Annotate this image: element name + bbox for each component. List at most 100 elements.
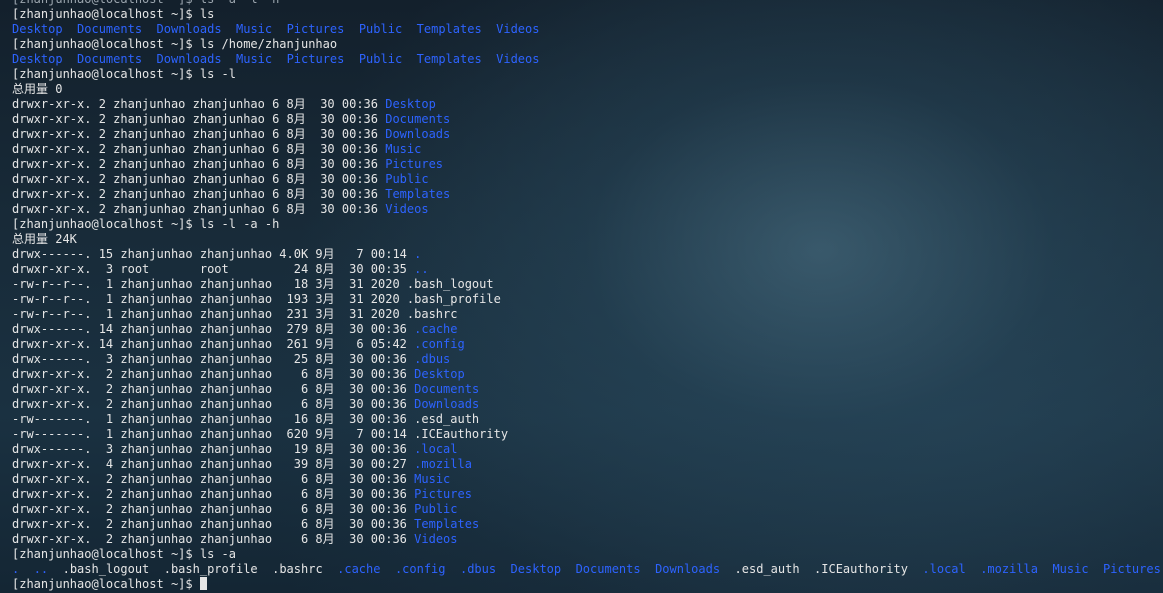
directory-entry: . — [414, 247, 422, 261]
terminal-line: -rw-r--r--. 1 zhanjunhao zhanjunhao 231 … — [12, 307, 1163, 322]
directory-entry: .cache — [414, 322, 458, 336]
directory-entry: Public — [358, 52, 403, 66]
terminal-line: drwxr-xr-x. 2 zhanjunhao zhanjunhao 6 8月… — [12, 487, 1163, 502]
directory-entry: .config — [414, 337, 465, 351]
directory-entry: Downloads — [385, 127, 451, 141]
terminal-text: drwx------. 3 zhanjunhao zhanjunhao 19 8… — [12, 442, 415, 456]
terminal-text: drwxr-xr-x. 3 root root 24 8月 30 00:35 — [12, 262, 415, 276]
terminal-text: [zhanjunhao@localhost ~]$ — [12, 577, 200, 591]
terminal-line: [zhanjunhao@localhost ~]$ ls -l -a -h — [12, 217, 1163, 232]
terminal-text: drwxr-xr-x. 2 zhanjunhao zhanjunhao 6 8月… — [12, 142, 386, 156]
terminal-line: Desktop Documents Downloads Music Pictur… — [12, 22, 1163, 37]
directory-entry: Public — [385, 172, 429, 186]
terminal-line: drwxr-xr-x. 2 zhanjunhao zhanjunhao 6 8月… — [12, 172, 1163, 187]
directory-entry: Desktop — [414, 367, 465, 381]
directory-entry: Documents — [414, 382, 480, 396]
terminal-text: .bash_logout .bash_profile .bashrc — [48, 562, 338, 576]
terminal-text: .esd_auth .ICEauthority — [720, 562, 923, 576]
terminal-text: drwxr-xr-x. 2 zhanjunhao zhanjunhao 6 8月… — [12, 127, 386, 141]
terminal-text: drwxr-xr-x. 2 zhanjunhao zhanjunhao 6 8月… — [12, 112, 386, 126]
terminal-line: [zhanjunhao@localhost ~]$ ls -a — [12, 547, 1163, 562]
terminal-line: drwxr-xr-x. 2 zhanjunhao zhanjunhao 6 8月… — [12, 187, 1163, 202]
terminal-text: drwxr-xr-x. 2 zhanjunhao zhanjunhao 6 8月… — [12, 187, 386, 201]
directory-entry: Music — [414, 472, 451, 486]
directory-entry: Desktop — [12, 52, 63, 66]
terminal-line: -rw-------. 1 zhanjunhao zhanjunhao 620 … — [12, 427, 1163, 442]
terminal-text: drwxr-xr-x. 2 zhanjunhao zhanjunhao 6 8月… — [12, 382, 415, 396]
directory-entry: .. — [33, 562, 49, 576]
terminal-line: drwxr-xr-x. 14 zhanjunhao zhanjunhao 261… — [12, 337, 1163, 352]
directory-entry: Videos — [496, 22, 540, 36]
terminal-line: drwxr-xr-x. 2 zhanjunhao zhanjunhao 6 8月… — [12, 112, 1163, 127]
terminal-text: drwxr-xr-x. 2 zhanjunhao zhanjunhao 6 8月… — [12, 172, 386, 186]
terminal-text: [zhanjunhao@localhost ~]$ ls /home/zhanj… — [12, 37, 338, 51]
terminal-text: drwxr-xr-x. 2 zhanjunhao zhanjunhao 6 8月… — [12, 532, 415, 546]
directory-entry: Documents — [77, 22, 143, 36]
directory-entry: .local — [922, 562, 966, 576]
terminal-text: drwxr-xr-x. 2 zhanjunhao zhanjunhao 6 8月… — [12, 502, 415, 516]
terminal-text: drwxr-xr-x. 2 zhanjunhao zhanjunhao 6 8月… — [12, 517, 415, 531]
terminal-line: drwx------. 14 zhanjunhao zhanjunhao 279… — [12, 322, 1163, 337]
terminal-line: drwx------. 15 zhanjunhao zhanjunhao 4.0… — [12, 247, 1163, 262]
directory-entry: Pictures — [414, 487, 472, 501]
directory-entry: Downloads — [156, 52, 222, 66]
terminal-text: drwxr-xr-x. 2 zhanjunhao zhanjunhao 6 8月… — [12, 202, 386, 216]
terminal-line: Desktop Documents Downloads Music Pictur… — [12, 52, 1163, 67]
directory-entry: Documents — [77, 52, 143, 66]
terminal-text: drwx------. 14 zhanjunhao zhanjunhao 279… — [12, 322, 415, 336]
terminal-line: drwxr-xr-x. 2 zhanjunhao zhanjunhao 6 8月… — [12, 127, 1163, 142]
terminal-line: drwxr-xr-x. 2 zhanjunhao zhanjunhao 6 8月… — [12, 202, 1163, 217]
terminal-line: drwxr-xr-x. 2 zhanjunhao zhanjunhao 6 8月… — [12, 367, 1163, 382]
terminal-line: -rw-------. 1 zhanjunhao zhanjunhao 16 8… — [12, 412, 1163, 427]
terminal-text: 总用量 24K — [12, 232, 77, 246]
terminal-line: drwxr-xr-x. 3 root root 24 8月 30 00:35 .… — [12, 262, 1163, 277]
terminal-text: [zhanjunhao@localhost ~]$ ls — [12, 7, 215, 21]
terminal-line: [zhanjunhao@localhost ~]$ ls /home/zhanj… — [12, 37, 1163, 52]
terminal-line: drwxr-xr-x. 2 zhanjunhao zhanjunhao 6 8月… — [12, 472, 1163, 487]
directory-entry: Downloads — [655, 562, 721, 576]
terminal-output[interactable]: [zhanjunhao@localhost ~]$ ls -a -l -h [z… — [12, 0, 1163, 592]
terminal-text: drwxr-xr-x. 14 zhanjunhao zhanjunhao 261… — [12, 337, 415, 351]
terminal-text: drwxr-xr-x. 2 zhanjunhao zhanjunhao 6 8月… — [12, 472, 415, 486]
terminal-text: drwx------. 15 zhanjunhao zhanjunhao 4.0… — [12, 247, 415, 261]
terminal-text: [zhanjunhao@localhost ~]$ ls -a — [12, 547, 236, 561]
terminal-line: drwxr-xr-x. 2 zhanjunhao zhanjunhao 6 8月… — [12, 142, 1163, 157]
terminal-text: drwxr-xr-x. 2 zhanjunhao zhanjunhao 6 8月… — [12, 397, 415, 411]
terminal-line: [zhanjunhao@localhost ~]$ — [12, 577, 1163, 592]
terminal-text: -rw-r--r--. 1 zhanjunhao zhanjunhao 18 3… — [12, 277, 494, 291]
directory-entry: Templates — [416, 22, 482, 36]
terminal-text: drwxr-xr-x. 2 zhanjunhao zhanjunhao 6 8月… — [12, 157, 386, 171]
directory-entry: .cache — [337, 562, 381, 576]
directory-entry: Music — [236, 52, 273, 66]
terminal-line: drwxr-xr-x. 2 zhanjunhao zhanjunhao 6 8月… — [12, 397, 1163, 412]
terminal-line: [zhanjunhao@localhost ~]$ ls — [12, 7, 1163, 22]
directory-entry: Desktop — [510, 562, 562, 576]
terminal-text: drwxr-xr-x. 2 zhanjunhao zhanjunhao 6 8月… — [12, 487, 415, 501]
directory-entry: Templates — [385, 187, 451, 201]
terminal-line: drwxr-xr-x. 2 zhanjunhao zhanjunhao 6 8月… — [12, 502, 1163, 517]
terminal-text: -rw-r--r--. 1 zhanjunhao zhanjunhao 193 … — [12, 292, 501, 306]
directory-entry: .dbus — [459, 562, 497, 576]
directory-entry: .dbus — [414, 352, 451, 366]
terminal-line: -rw-r--r--. 1 zhanjunhao zhanjunhao 193 … — [12, 292, 1163, 307]
terminal-line: drwx------. 3 zhanjunhao zhanjunhao 19 8… — [12, 442, 1163, 457]
terminal-text: [zhanjunhao@localhost ~]$ ls -l — [12, 67, 236, 81]
terminal-line: drwxr-xr-x. 2 zhanjunhao zhanjunhao 6 8月… — [12, 517, 1163, 532]
terminal-window[interactable]: [zhanjunhao@localhost ~]$ ls -a -l -h [z… — [0, 0, 1163, 593]
directory-entry: Music — [1052, 562, 1089, 576]
